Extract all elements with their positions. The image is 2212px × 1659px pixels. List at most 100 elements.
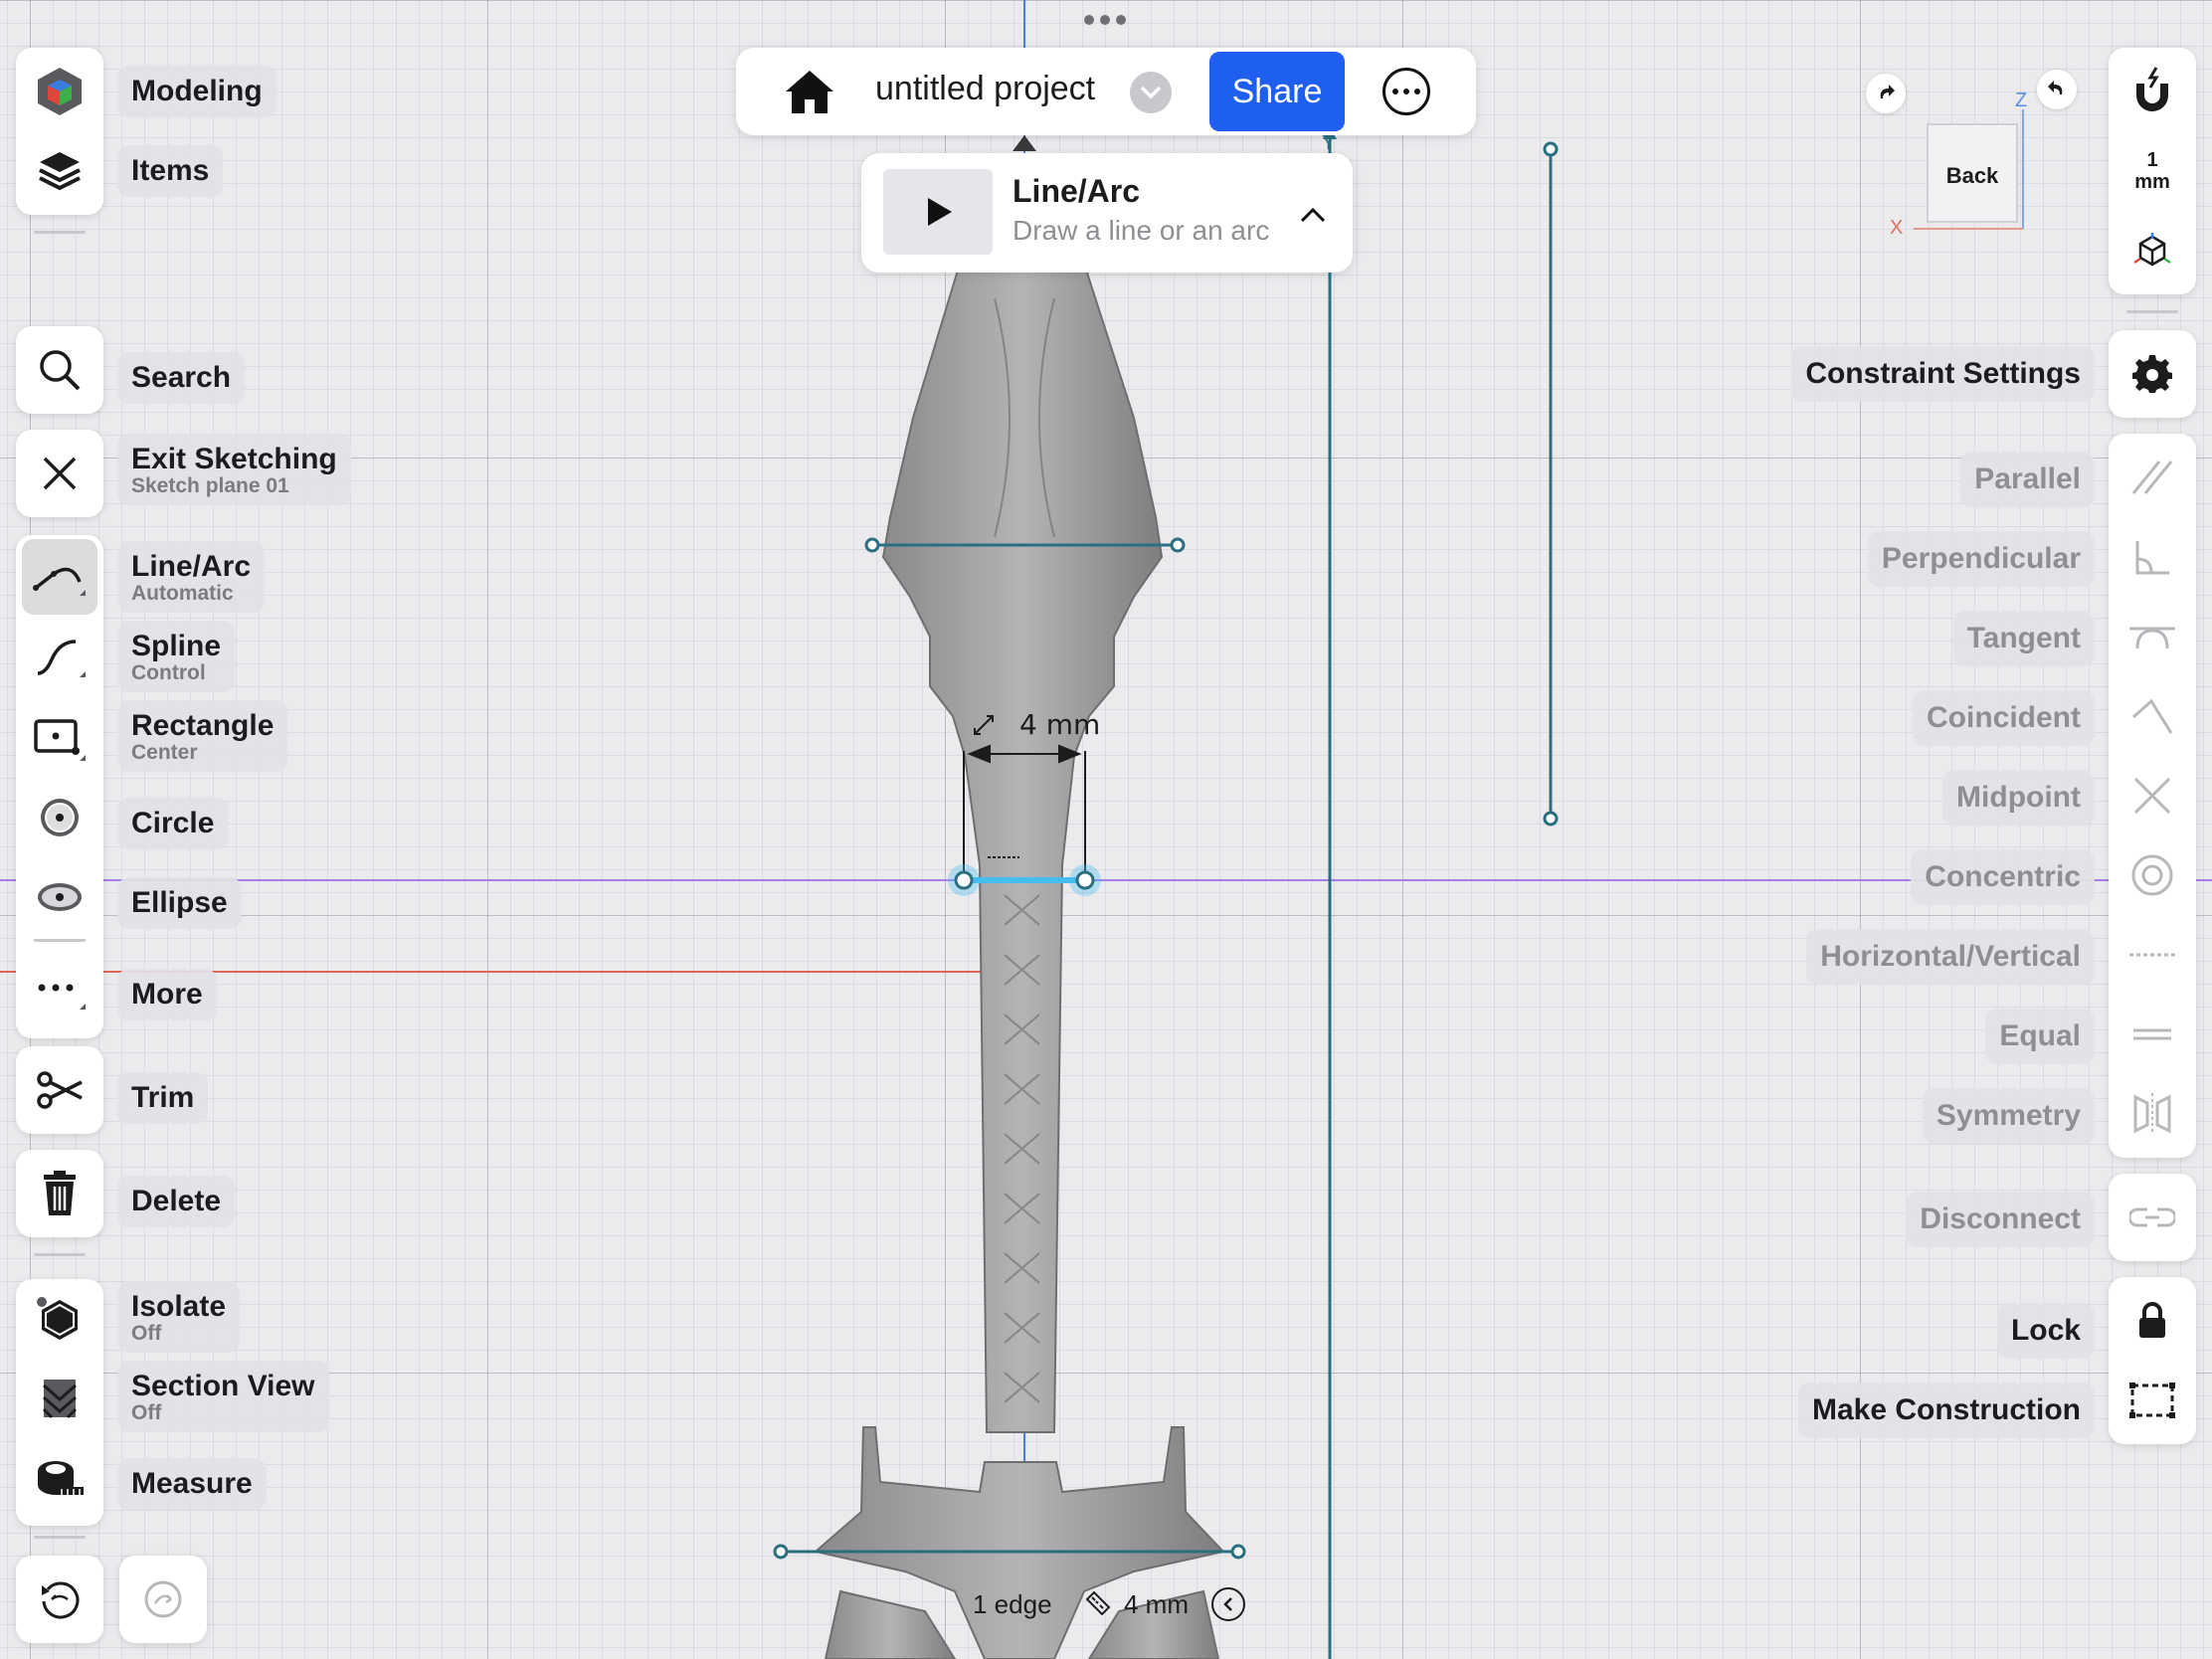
make-construction-label[interactable]: Make Construction (1797, 1382, 2095, 1438)
isolate-label[interactable]: Isolate Off (117, 1281, 241, 1353)
perpendicular-constraint-button[interactable] (2109, 517, 2196, 597)
share-button[interactable]: Share (1209, 52, 1345, 131)
parallel-label[interactable]: Parallel (1960, 452, 2095, 507)
dimension-label: 4 mm (1019, 708, 1100, 741)
constraint-settings-button[interactable] (2109, 330, 2196, 418)
trim-button[interactable] (16, 1046, 103, 1134)
top-toolbar: untitled project Share (736, 48, 1476, 135)
section-view-state: Off (131, 1401, 162, 1424)
home-button[interactable] (780, 64, 839, 119)
measure-label[interactable]: Measure (117, 1458, 267, 1510)
trim-label[interactable]: Trim (117, 1072, 209, 1124)
spline-icon (37, 640, 86, 677)
rotate-right-icon (1880, 85, 1895, 98)
equal-label[interactable]: Equal (1985, 1009, 2095, 1064)
modeling-button[interactable] (16, 52, 103, 131)
items-button[interactable] (16, 131, 103, 211)
drag-handle-icon (1084, 15, 1126, 25)
chevron-up-icon (1300, 207, 1326, 223)
perpendicular-label[interactable]: Perpendicular (1867, 531, 2095, 587)
parallel-constraint-button[interactable] (2109, 438, 2196, 517)
spline-tool-button[interactable] (16, 619, 103, 698)
coincident-label[interactable]: Coincident (1913, 690, 2095, 746)
view-cube-rotate-right-button[interactable] (1866, 74, 1906, 113)
circle-icon (41, 799, 79, 836)
collapse-hint-button[interactable] (1293, 195, 1333, 235)
divider (34, 1253, 86, 1256)
spline-title: Spline (131, 630, 222, 662)
midpoint-label[interactable]: Midpoint (1942, 770, 2095, 826)
axis-z-label: Z (2015, 90, 2028, 111)
collapse-status-button[interactable] (1211, 1587, 1245, 1621)
section-view-label[interactable]: Section View Off (117, 1361, 329, 1432)
grid-unit-button[interactable]: 1 mm (2109, 131, 2196, 211)
redo-button[interactable] (119, 1556, 207, 1643)
section-view-button[interactable] (16, 1359, 103, 1438)
scissors-icon (37, 1071, 83, 1109)
coincident-constraint-button[interactable] (2109, 676, 2196, 756)
delete-button[interactable] (16, 1150, 103, 1237)
concentric-label[interactable]: Concentric (1911, 849, 2095, 905)
circle-label[interactable]: Circle (117, 798, 229, 849)
y-axis-label: Y (1322, 132, 1335, 154)
view-cube-face-label[interactable]: Back (1939, 163, 2005, 189)
project-menu-button[interactable] (1130, 72, 1172, 113)
equal-icon (2133, 1028, 2171, 1040)
ellipse-label[interactable]: Ellipse (117, 877, 242, 929)
equal-constraint-button[interactable] (2109, 995, 2196, 1074)
lock-label[interactable]: Lock (1996, 1303, 2095, 1359)
concentric-constraint-button[interactable] (2109, 835, 2196, 915)
more-options-button[interactable] (1382, 68, 1430, 115)
tangent-constraint-button[interactable] (2109, 597, 2196, 676)
modeling-label[interactable]: Modeling (117, 66, 276, 117)
exit-sketching-label[interactable]: Exit Sketching Sketch plane 01 (117, 434, 351, 505)
view-cube-rotate-left-button[interactable] (2037, 70, 2077, 109)
project-title[interactable]: untitled project (875, 70, 1095, 108)
undo-button[interactable] (16, 1556, 103, 1643)
delete-label[interactable]: Delete (117, 1176, 236, 1227)
disconnect-button[interactable] (2109, 1174, 2196, 1261)
items-label[interactable]: Items (117, 145, 224, 197)
horizontal-vertical-label[interactable]: Horizontal/Vertical (1806, 929, 2095, 985)
disconnect-label[interactable]: Disconnect (1906, 1192, 2095, 1247)
tangent-label[interactable]: Tangent (1952, 611, 2095, 666)
exit-sketching-title: Exit Sketching (131, 443, 337, 475)
exit-sketching-button[interactable] (16, 430, 103, 517)
line-arc-tool-button[interactable] (22, 539, 97, 615)
symmetry-constraint-button[interactable] (2109, 1074, 2196, 1154)
isolate-title: Isolate (131, 1290, 227, 1323)
parallel-icon (2131, 461, 2173, 494)
spline-label[interactable]: Spline Control (117, 621, 236, 692)
tutorial-video-thumbnail[interactable] (883, 169, 993, 255)
axes-cube-icon (2133, 233, 2171, 267)
rectangle-label[interactable]: Rectangle Center (117, 700, 288, 772)
view-orientation-button[interactable] (2109, 211, 2196, 290)
tangent-icon (2129, 627, 2175, 649)
ellipse-tool-button[interactable] (16, 857, 103, 937)
unlink-icon (2129, 1207, 2175, 1227)
construction-rect-icon (2129, 1382, 2175, 1418)
search-label[interactable]: Search (117, 352, 246, 404)
hint-subtitle: Draw a line or an arc (1013, 215, 1270, 246)
lock-button[interactable] (2109, 1281, 2196, 1361)
midpoint-constraint-button[interactable] (2109, 756, 2196, 835)
measure-button[interactable] (16, 1438, 103, 1518)
more-label[interactable]: More (117, 969, 217, 1020)
rectangle-tool-button[interactable] (16, 698, 103, 778)
trash-icon (44, 1171, 76, 1215)
constraint-settings-label[interactable]: Constraint Settings (1791, 346, 2095, 402)
close-icon (43, 457, 77, 490)
horizontal-vertical-constraint-button[interactable] (2109, 915, 2196, 995)
snap-toggle-button[interactable] (2109, 52, 2196, 131)
search-button[interactable] (16, 326, 103, 414)
exit-sketching-subtitle: Sketch plane 01 (131, 474, 289, 497)
tool-hint-card[interactable]: Line/Arc Draw a line or an arc (861, 153, 1353, 273)
isolate-button[interactable] (16, 1279, 103, 1359)
circle-tool-button[interactable] (16, 778, 103, 857)
line-arc-label[interactable]: Line/Arc Automatic (117, 541, 266, 613)
horizontal-vertical-icon (2129, 953, 2175, 957)
more-tools-button[interactable] (16, 949, 103, 1028)
line-arc-mode: Automatic (131, 582, 234, 605)
make-construction-button[interactable] (2109, 1361, 2196, 1440)
symmetry-label[interactable]: Symmetry (1922, 1088, 2095, 1144)
